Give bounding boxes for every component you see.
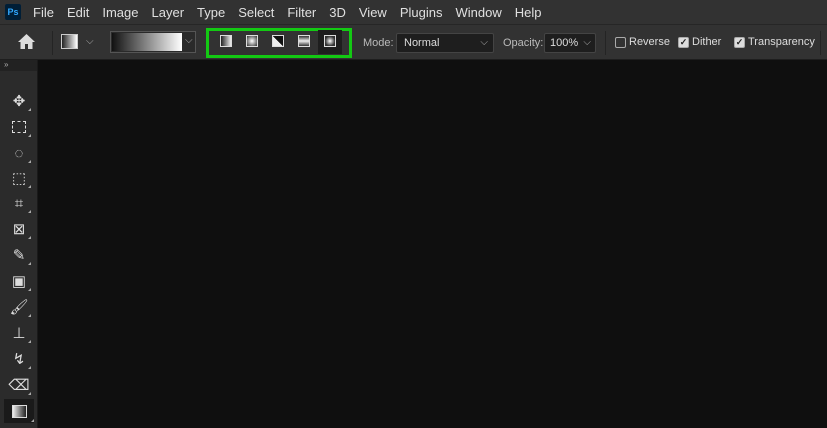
menu-file[interactable]: File	[33, 5, 54, 20]
menu-view[interactable]: View	[359, 5, 387, 20]
opacity-input[interactable]: 100% ⌵	[544, 33, 596, 53]
gradient-preview[interactable]	[112, 33, 182, 51]
gradient-picker[interactable]: ⌵	[110, 31, 196, 53]
reverse-label: Reverse	[629, 36, 670, 48]
toolbar: » ✥ ◌ ⬚ ⌗ ⊠ ✎ ▣ 🖌︎ ⊥ ↯ ⌫	[0, 60, 38, 428]
divider	[52, 31, 53, 55]
menu-window[interactable]: Window	[455, 5, 501, 20]
menu-select[interactable]: Select	[238, 5, 274, 20]
history-brush-tool-icon[interactable]: ↯	[7, 348, 31, 370]
transparency-checkbox[interactable]: ✓	[734, 37, 745, 48]
tool-preset-picker[interactable]	[61, 34, 78, 49]
chevron-down-icon[interactable]: ⌵	[583, 37, 591, 48]
menu-3d[interactable]: 3D	[329, 5, 346, 20]
radial-gradient-button[interactable]	[246, 35, 258, 47]
healing-brush-tool-icon[interactable]: ▣	[7, 270, 31, 292]
gradient-tool-icon[interactable]	[4, 399, 34, 423]
home-icon[interactable]	[18, 34, 35, 49]
canvas-area[interactable]	[39, 60, 827, 428]
photoshop-logo: Ps	[5, 4, 21, 20]
chevron-down-icon[interactable]: ⌵	[185, 35, 193, 46]
lasso-tool-icon[interactable]: ◌	[7, 142, 31, 164]
reflected-gradient-button[interactable]	[298, 35, 310, 47]
opacity-value: 100%	[550, 37, 579, 49]
mode-select[interactable]: Normal ⌵	[396, 33, 494, 53]
menu-filter[interactable]: Filter	[287, 5, 316, 20]
chevron-down-icon[interactable]: ⌵	[86, 36, 94, 47]
menu-help[interactable]: Help	[515, 5, 542, 20]
menu-edit[interactable]: Edit	[67, 5, 89, 20]
menu-layer[interactable]: Layer	[152, 5, 185, 20]
transparency-label: Transparency	[748, 36, 815, 48]
dither-label: Dither	[692, 36, 722, 48]
object-select-tool-icon[interactable]: ⬚	[7, 167, 31, 189]
diamond-gradient-button[interactable]	[324, 35, 336, 47]
menu-image[interactable]: Image	[102, 5, 138, 20]
mode-value: Normal	[404, 37, 440, 49]
marquee-tool-icon[interactable]	[7, 116, 31, 138]
menu-type[interactable]: Type	[197, 5, 225, 20]
divider	[605, 31, 606, 55]
divider	[820, 31, 821, 55]
move-tool-icon[interactable]: ✥	[7, 90, 31, 112]
brush-tool-icon[interactable]: 🖌︎	[7, 296, 31, 318]
options-bar: ⌵ ⌵ Mode: Normal ⌵ Opacity: 100% ⌵ Reverse…	[0, 24, 827, 60]
angle-gradient-button[interactable]	[272, 35, 284, 47]
crop-tool-icon[interactable]: ⌗	[7, 192, 31, 214]
opacity-label: Opacity:	[503, 37, 544, 49]
menu-plugins[interactable]: Plugins	[400, 5, 443, 20]
frame-tool-icon[interactable]: ⊠	[7, 218, 31, 240]
eyedropper-tool-icon[interactable]: ✎	[7, 244, 31, 266]
clone-stamp-tool-icon[interactable]: ⊥	[7, 322, 31, 344]
reverse-checkbox[interactable]	[615, 37, 626, 48]
chevron-down-icon: ⌵	[480, 37, 488, 48]
dither-checkbox[interactable]: ✓	[678, 37, 689, 48]
mode-label: Mode:	[363, 37, 394, 49]
menu-bar: Ps File Edit Image Layer Type Select Fil…	[0, 0, 827, 24]
linear-gradient-button[interactable]	[220, 35, 232, 47]
eraser-tool-icon[interactable]: ⌫	[7, 374, 31, 396]
collapse-toolbar-button[interactable]: »	[0, 60, 37, 71]
